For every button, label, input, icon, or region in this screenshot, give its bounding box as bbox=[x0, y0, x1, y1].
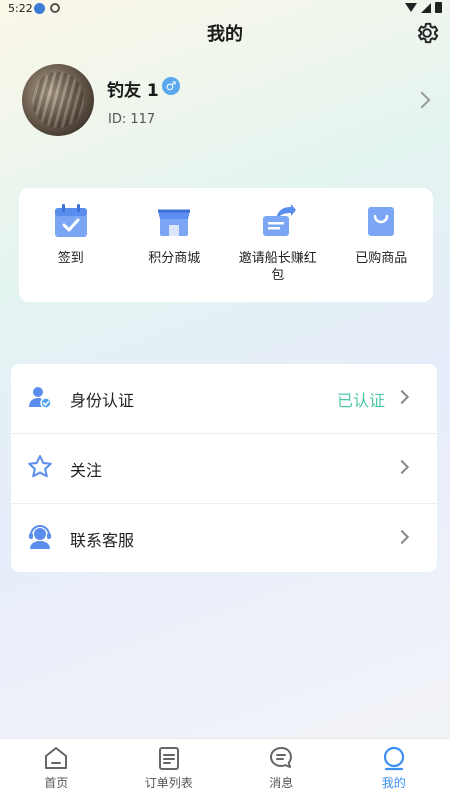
menu-item-follow[interactable]: 关注 bbox=[11, 434, 437, 503]
settings-menu-card: 身份认证 已认证 关注 联系客服 bbox=[11, 364, 437, 572]
menu-item-label: 联系客服 bbox=[70, 531, 135, 550]
customer-service-icon bbox=[29, 525, 51, 549]
calendar-check-icon bbox=[54, 204, 87, 237]
shop-icon bbox=[158, 209, 191, 236]
gear-icon bbox=[418, 22, 439, 44]
tab-order-list[interactable]: 订单列表 bbox=[113, 739, 226, 800]
sync-icon bbox=[50, 3, 60, 13]
signal-icon bbox=[421, 2, 431, 13]
notification-icon bbox=[34, 3, 45, 14]
status-bar: 5:22 bbox=[0, 0, 450, 18]
quick-action-label: 已购商品 bbox=[355, 251, 408, 266]
shopping-bag-icon bbox=[368, 207, 395, 236]
quick-action-label: 积分商城 bbox=[148, 251, 201, 266]
quick-action-purchased[interactable]: 已购商品 bbox=[330, 188, 434, 302]
chevron-right-icon bbox=[394, 389, 410, 405]
male-icon: ♂ bbox=[162, 77, 180, 95]
quick-action-invite-captain[interactable]: 邀请船长赚红包 bbox=[226, 188, 330, 302]
menu-item-label: 身份认证 bbox=[70, 391, 135, 410]
quick-action-label: 签到 bbox=[57, 251, 84, 266]
tab-profile[interactable]: 我的 bbox=[338, 739, 450, 800]
menu-item-customer-service[interactable]: 联系客服 bbox=[11, 504, 437, 573]
tab-label: 订单列表 bbox=[144, 776, 193, 790]
user-id: ID: 117 bbox=[108, 112, 156, 127]
tab-label: 我的 bbox=[381, 776, 406, 790]
quick-action-points-mall[interactable]: 积分商城 bbox=[123, 188, 227, 302]
chevron-right-icon bbox=[394, 529, 410, 545]
tab-home[interactable]: 首页 bbox=[0, 739, 113, 800]
menu-item-label: 关注 bbox=[70, 461, 103, 480]
settings-button[interactable] bbox=[414, 20, 440, 46]
user-name: 钓友 1 bbox=[107, 81, 159, 101]
avatar[interactable] bbox=[22, 64, 94, 136]
status-time: 5:22 bbox=[8, 2, 33, 15]
bottom-tab-bar: 首页 订单列表 消息 我的 bbox=[0, 738, 450, 800]
verified-status: 已认证 bbox=[336, 391, 385, 410]
order-list-icon bbox=[158, 747, 179, 770]
battery-icon bbox=[435, 2, 442, 13]
star-icon bbox=[28, 455, 52, 478]
wifi-icon bbox=[405, 3, 417, 12]
tab-messages[interactable]: 消息 bbox=[225, 739, 338, 800]
page-title: 我的 bbox=[207, 24, 243, 45]
quick-actions-card: 签到 积分商城 邀请船长赚红包 已购商品 bbox=[19, 188, 433, 302]
home-icon bbox=[45, 747, 68, 769]
tab-label: 消息 bbox=[269, 776, 294, 790]
tab-label: 首页 bbox=[44, 776, 69, 790]
message-icon bbox=[270, 746, 293, 768]
quick-action-checkin[interactable]: 签到 bbox=[19, 188, 123, 302]
user-verified-icon bbox=[29, 387, 52, 409]
chevron-right-icon[interactable] bbox=[413, 91, 431, 109]
profile-icon bbox=[383, 746, 404, 771]
chevron-right-icon bbox=[394, 459, 410, 475]
invite-share-icon bbox=[262, 204, 296, 236]
menu-item-identity-verification[interactable]: 身份认证 已认证 bbox=[11, 364, 437, 433]
quick-action-label: 邀请船长赚红包 bbox=[238, 251, 317, 283]
